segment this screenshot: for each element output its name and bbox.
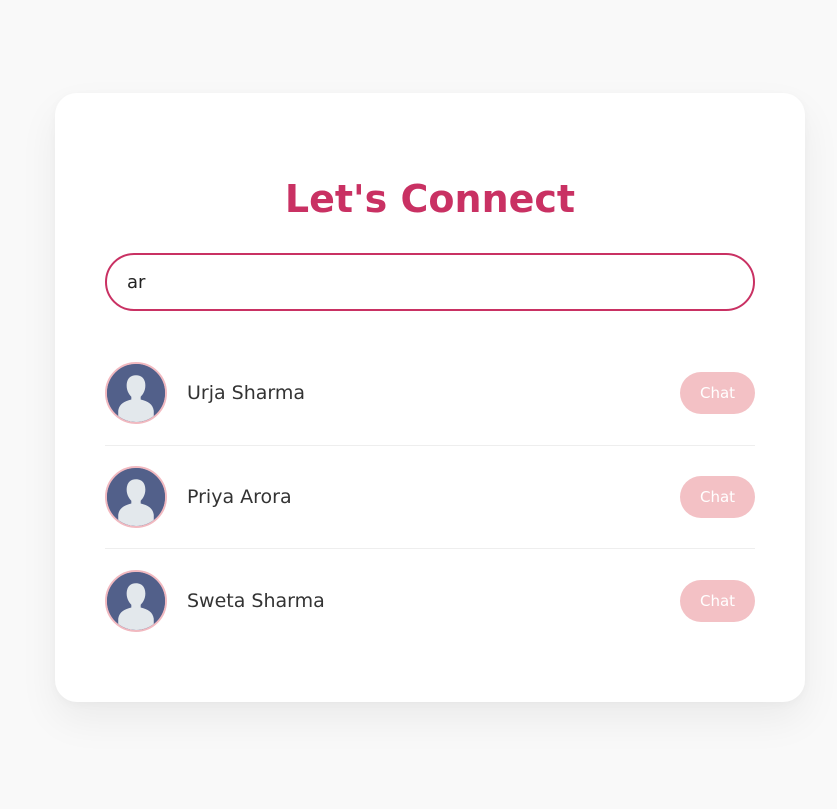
chat-button[interactable]: Chat [680, 475, 755, 518]
contact-name: Priya Arora [187, 485, 292, 508]
contact-name: Urja Sharma [187, 382, 306, 405]
chat-button[interactable]: Chat [680, 579, 755, 622]
list-item: Urja Sharma Chat [105, 342, 755, 446]
avatar [105, 362, 167, 425]
search-input[interactable] [105, 253, 755, 311]
list-item: Priya Arora Chat [105, 446, 755, 549]
avatar [105, 465, 167, 528]
contact-list: Urja Sharma Chat Priya Arora Chat Sweta … [105, 342, 755, 653]
avatar [105, 569, 167, 632]
contact-name: Sweta Sharma [187, 589, 325, 612]
user-silhouette-icon [107, 571, 165, 630]
chat-button[interactable]: Chat [680, 372, 755, 415]
user-silhouette-icon [107, 364, 165, 423]
page-title: Let's Connect [284, 177, 576, 221]
connect-card: Let's Connect Urja Sharma Chat Priya Aro… [55, 93, 805, 702]
user-silhouette-icon [107, 467, 165, 526]
list-item: Sweta Sharma Chat [105, 549, 755, 653]
